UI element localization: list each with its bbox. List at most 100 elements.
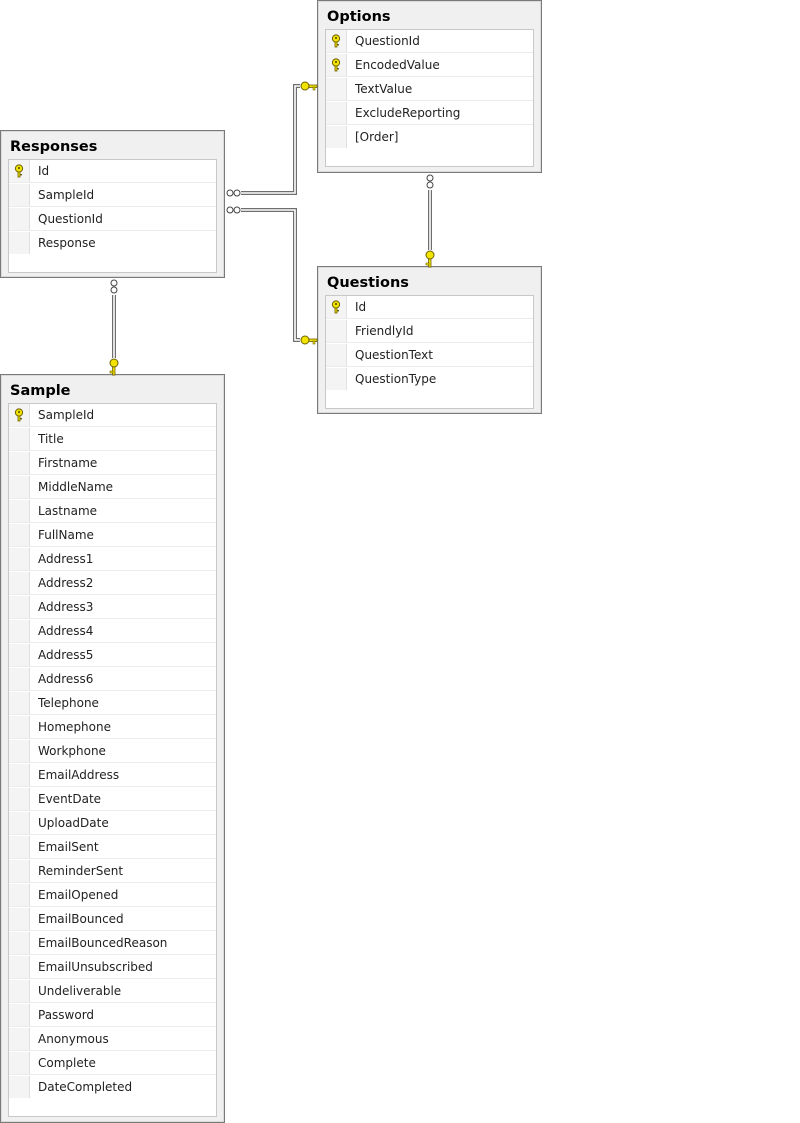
row-selector[interactable] <box>326 126 347 148</box>
row-selector[interactable] <box>9 1076 30 1098</box>
table-sample[interactable]: Sample SampleId Title Firstname MiddleName L… <box>0 374 225 1123</box>
column-row[interactable]: EmailOpened <box>9 884 216 907</box>
column-row[interactable]: DateCompleted <box>9 1076 216 1098</box>
column-row[interactable]: FriendlyId <box>326 320 533 343</box>
row-selector[interactable] <box>9 620 30 642</box>
relationship-responses-options[interactable] <box>226 81 318 197</box>
row-selector[interactable] <box>9 716 30 738</box>
column-name: Password <box>38 1008 95 1022</box>
column-row[interactable]: Workphone <box>9 740 216 763</box>
column-row[interactable]: TextValue <box>326 78 533 101</box>
column-row[interactable]: EncodedValue <box>326 54 533 77</box>
column-row[interactable]: EmailBounced <box>9 908 216 931</box>
row-selector[interactable] <box>9 932 30 954</box>
column-row[interactable]: MiddleName <box>9 476 216 499</box>
row-selector[interactable] <box>326 368 347 390</box>
row-selector[interactable] <box>326 78 347 100</box>
column-row[interactable]: Address2 <box>9 572 216 595</box>
column-row[interactable]: ExcludeReporting <box>326 102 533 125</box>
row-selector[interactable] <box>326 296 347 318</box>
row-selector[interactable] <box>9 160 30 182</box>
row-selector[interactable] <box>9 764 30 786</box>
row-selector[interactable] <box>326 102 347 124</box>
column-row[interactable]: Password <box>9 1004 216 1027</box>
column-row[interactable]: QuestionId <box>9 208 216 231</box>
column-row[interactable]: QuestionText <box>326 344 533 367</box>
row-selector[interactable] <box>9 884 30 906</box>
row-selector[interactable] <box>9 956 30 978</box>
column-row[interactable]: EmailSent <box>9 836 216 859</box>
column-row[interactable]: Id <box>9 160 216 183</box>
column-name: MiddleName <box>38 480 114 494</box>
column-row[interactable]: FullName <box>9 524 216 547</box>
column-row[interactable]: EmailBouncedReason <box>9 932 216 955</box>
column-row[interactable]: [Order] <box>326 126 533 148</box>
column-row[interactable]: UploadDate <box>9 812 216 835</box>
row-selector[interactable] <box>9 524 30 546</box>
row-selector[interactable] <box>9 232 30 254</box>
row-selector[interactable] <box>9 184 30 206</box>
column-row[interactable]: Complete <box>9 1052 216 1075</box>
column-row[interactable]: Telephone <box>9 692 216 715</box>
column-name: ReminderSent <box>38 864 124 878</box>
row-selector[interactable] <box>9 908 30 930</box>
row-selector[interactable] <box>9 980 30 1002</box>
column-row[interactable]: Lastname <box>9 500 216 523</box>
primary-key-icon <box>330 58 342 72</box>
row-selector[interactable] <box>9 452 30 474</box>
column-row[interactable]: Anonymous <box>9 1028 216 1051</box>
column-name: Response <box>38 236 96 250</box>
row-selector[interactable] <box>9 476 30 498</box>
column-row[interactable]: EmailUnsubscribed <box>9 956 216 979</box>
column-row[interactable]: Title <box>9 428 216 451</box>
row-selector[interactable] <box>9 208 30 230</box>
table-responses[interactable]: Responses Id SampleId QuestionId Response <box>0 130 225 278</box>
row-selector[interactable] <box>9 692 30 714</box>
column-name: EmailAddress <box>38 768 120 782</box>
column-row[interactable]: Response <box>9 232 216 254</box>
table-options[interactable]: Options QuestionId EncodedValue TextValue E… <box>317 0 542 173</box>
column-row[interactable]: QuestionType <box>326 368 533 390</box>
row-selector[interactable] <box>9 812 30 834</box>
relationship-responses-questions[interactable] <box>226 206 318 345</box>
row-selector[interactable] <box>9 1028 30 1050</box>
row-selector[interactable] <box>9 740 30 762</box>
column-row[interactable]: Firstname <box>9 452 216 475</box>
row-selector[interactable] <box>9 428 30 450</box>
column-row[interactable]: EmailAddress <box>9 764 216 787</box>
row-selector[interactable] <box>9 1052 30 1074</box>
column-row[interactable]: ReminderSent <box>9 860 216 883</box>
row-selector[interactable] <box>326 54 347 76</box>
column-row[interactable]: SampleId <box>9 404 216 427</box>
column-row[interactable]: Address5 <box>9 644 216 667</box>
column-row[interactable]: Homephone <box>9 716 216 739</box>
row-selector[interactable] <box>326 320 347 342</box>
row-selector[interactable] <box>9 644 30 666</box>
row-selector[interactable] <box>9 500 30 522</box>
row-selector[interactable] <box>9 788 30 810</box>
column-name: QuestionText <box>355 348 433 362</box>
column-row[interactable]: Address4 <box>9 620 216 643</box>
column-row[interactable]: EventDate <box>9 788 216 811</box>
column-row[interactable]: Id <box>326 296 533 319</box>
column-row[interactable]: SampleId <box>9 184 216 207</box>
row-selector[interactable] <box>326 30 347 52</box>
column-row[interactable]: Address3 <box>9 596 216 619</box>
table-questions[interactable]: Questions Id FriendlyId QuestionText Questi… <box>317 266 542 414</box>
row-selector[interactable] <box>9 596 30 618</box>
column-name: Address2 <box>38 576 94 590</box>
row-selector[interactable] <box>9 548 30 570</box>
column-row[interactable]: Address1 <box>9 548 216 571</box>
column-row[interactable]: QuestionId <box>326 30 533 53</box>
row-selector[interactable] <box>9 404 30 426</box>
row-selector[interactable] <box>9 572 30 594</box>
relationship-options-questions[interactable] <box>425 174 435 268</box>
row-selector[interactable] <box>9 860 30 882</box>
row-selector[interactable] <box>9 668 30 690</box>
column-row[interactable]: Address6 <box>9 668 216 691</box>
row-selector[interactable] <box>326 344 347 366</box>
row-selector[interactable] <box>9 1004 30 1026</box>
row-selector[interactable] <box>9 836 30 858</box>
relationship-responses-sample[interactable] <box>109 279 119 376</box>
column-row[interactable]: Undeliverable <box>9 980 216 1003</box>
